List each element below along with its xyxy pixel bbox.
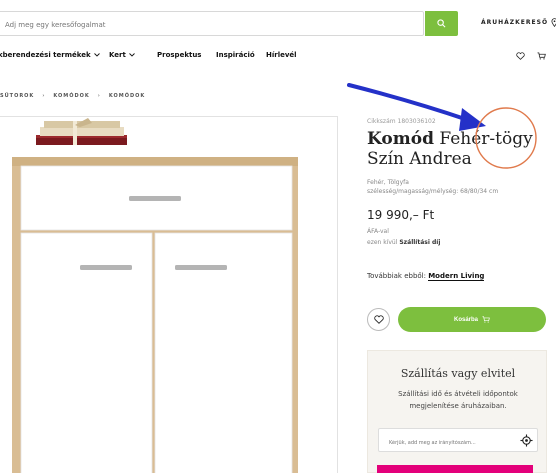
annotation-overlay (347, 83, 537, 169)
annotation-arrow (347, 83, 470, 122)
annotation-circle (475, 107, 537, 169)
